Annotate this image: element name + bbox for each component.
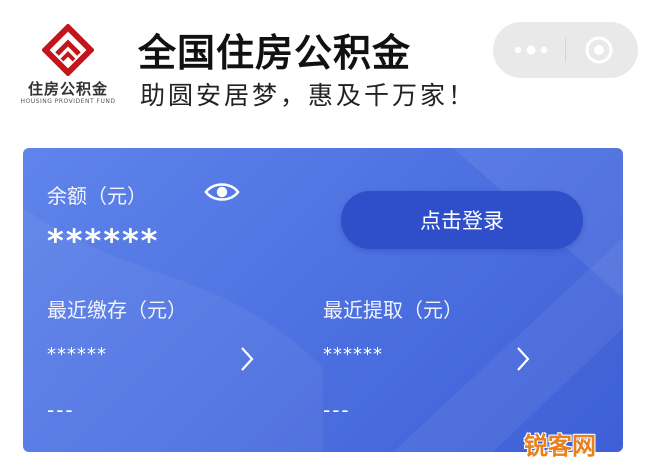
recent-deposit-date: --- — [47, 398, 75, 422]
logo-subtext: HOUSING PROVIDENT FUND — [20, 98, 116, 105]
page-title: 全国住房公积金 — [138, 31, 412, 75]
mini-program-capsule — [493, 22, 638, 78]
capsule-divider — [565, 38, 566, 62]
watermark: 锐客网 — [524, 432, 596, 460]
housing-fund-logo: 住房公积金 HOUSING PROVIDENT FUND — [12, 24, 124, 108]
account-card: 余额（元） ****** 点击登录 最近缴存（元） 最近提取（元） ******… — [23, 148, 623, 452]
chevron-right-icon[interactable] — [239, 345, 255, 373]
close-icon[interactable] — [583, 34, 615, 66]
recent-withdraw-value: ****** — [323, 344, 383, 365]
recent-withdraw-label: 最近提取（元） — [323, 298, 463, 322]
eye-icon[interactable] — [204, 179, 240, 205]
recent-deposit-value: ****** — [47, 344, 107, 365]
chevron-right-icon[interactable] — [515, 345, 531, 373]
housing-fund-logo-icon — [42, 24, 94, 76]
recent-withdraw-date: --- — [323, 398, 351, 422]
recent-deposit-label: 最近缴存（元） — [47, 298, 187, 322]
balance-label: 余额（元） — [47, 184, 147, 208]
login-button[interactable]: 点击登录 — [341, 191, 583, 249]
more-icon[interactable] — [513, 42, 549, 58]
balance-value: ****** — [47, 222, 160, 260]
page-slogan: 助圆安居梦，惠及千万家！ — [140, 81, 477, 110]
logo-text: 住房公积金 — [27, 80, 108, 98]
